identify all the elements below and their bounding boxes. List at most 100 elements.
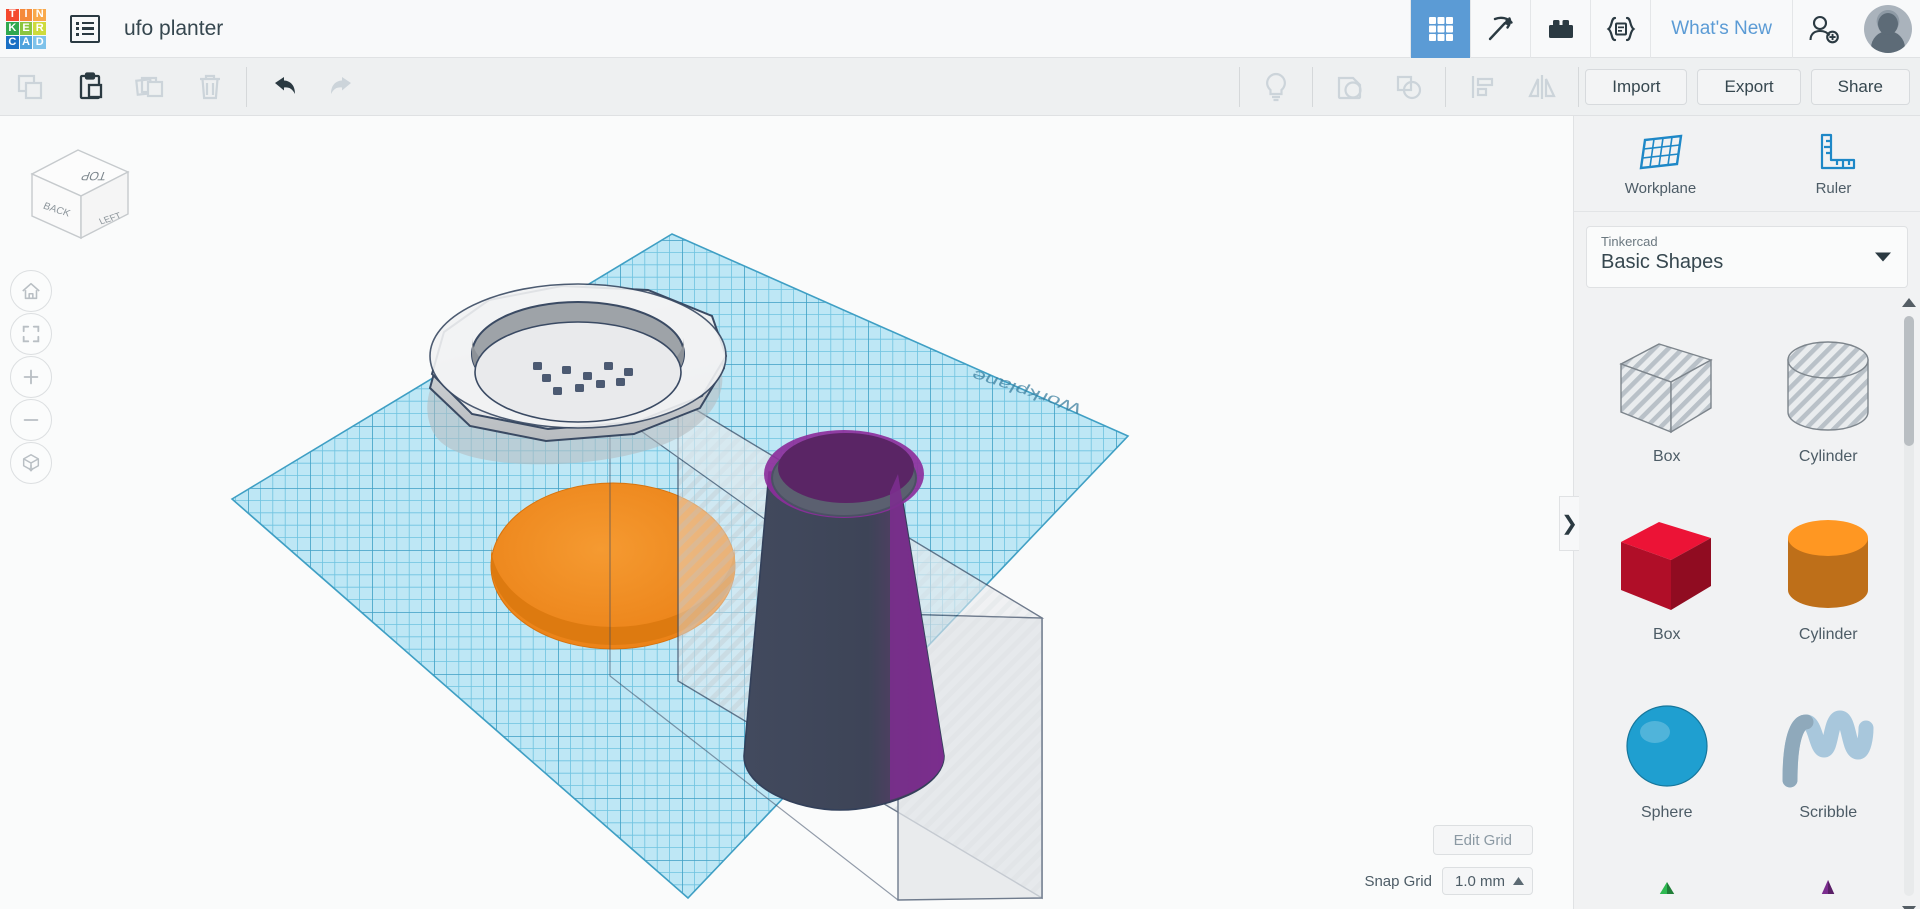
add-user-icon[interactable] (1792, 0, 1854, 58)
pickaxe-icon[interactable] (1470, 0, 1530, 58)
top-bar-actions: What's New (1410, 0, 1920, 58)
toolbar-divider (1445, 66, 1447, 107)
cone-solid-thumbnail (1822, 880, 1835, 894)
toolbar-divider (1312, 66, 1314, 107)
ungroup-button[interactable] (1379, 58, 1439, 116)
paste-button[interactable] (60, 58, 120, 116)
top-bar: TIN KER CAD ufo planter What's New (0, 0, 1920, 58)
3d-viewport[interactable]: Workplane TOP BACK LEFT Edit Grid Snap G… (0, 116, 1573, 909)
delete-button[interactable] (180, 58, 240, 116)
import-button[interactable]: Import (1585, 68, 1688, 105)
snap-grid-label: Snap Grid (1364, 872, 1432, 890)
box-solid-thumbnail (1620, 522, 1711, 610)
tinkercad-app: TIN KER CAD ufo planter What's New Import … (0, 0, 1920, 909)
snap-grid-select[interactable]: 1.0 mm (1441, 867, 1533, 895)
library-source-label: Tinkercad (1601, 234, 1658, 249)
redo-button[interactable] (313, 58, 373, 116)
shape-item-cylinder-solid[interactable]: Cylinder (1748, 492, 1910, 670)
view-cube[interactable]: TOP BACK LEFT (18, 138, 138, 248)
logo-tile-e: E (19, 22, 33, 35)
sphere-solid-thumbnail (1626, 705, 1708, 787)
duplicate-button[interactable] (120, 58, 180, 116)
caret-up-icon (1513, 877, 1524, 885)
shape-item-sphere-solid[interactable]: Sphere (1586, 670, 1748, 848)
ruler-icon (1820, 133, 1855, 170)
fit-to-view-button[interactable] (10, 313, 52, 355)
logo-tile-a: A (19, 35, 33, 49)
toolbar-divider (1578, 66, 1580, 107)
hamburger-list-icon[interactable] (70, 14, 100, 43)
shapes-panel: Workplane Ruler Tinkercad Basic Shapes B… (1573, 116, 1920, 909)
shape-thumb (1611, 866, 1723, 894)
panel-toggle-button[interactable]: ❯ (1559, 496, 1579, 551)
logo-tile-r: R (33, 22, 46, 35)
shape-item-pyramid-solid[interactable] (1586, 848, 1748, 894)
library-name-label: Basic Shapes (1601, 251, 1724, 273)
shape-thumb (1772, 332, 1884, 442)
chevron-down-icon (1875, 252, 1891, 262)
shape-label: Box (1652, 448, 1681, 465)
zoom-in-button[interactable] (10, 356, 52, 398)
workplane-icon (1639, 134, 1682, 170)
toolbar-divider (246, 66, 247, 107)
toolbar-divider (1239, 66, 1241, 107)
whats-new-link[interactable]: What's New (1650, 0, 1792, 58)
panel-scrollbar-thumb[interactable] (1904, 316, 1914, 446)
snap-grid-control: Snap Grid 1.0 mm (1364, 867, 1533, 895)
perspective-toggle-button[interactable] (10, 442, 52, 484)
copy-button[interactable] (0, 58, 60, 116)
logo-tile-c: C (6, 35, 19, 49)
mirror-button[interactable] (1512, 58, 1572, 116)
shape-label: Sphere (1640, 804, 1693, 821)
workplane-tool[interactable]: Workplane (1574, 116, 1747, 211)
logo-tile-i: I (19, 8, 33, 22)
avatar[interactable] (1864, 4, 1912, 53)
panel-tools-row: Workplane Ruler (1574, 116, 1920, 212)
shape-item-cylinder-hole[interactable]: Cylinder (1748, 314, 1910, 492)
shape-item-box-hole[interactable]: Box (1586, 314, 1748, 492)
align-button[interactable] (1452, 58, 1512, 116)
lego-brick-icon[interactable] (1530, 0, 1590, 58)
logo-tile-t: T (6, 8, 19, 22)
tinkercad-logo[interactable]: TIN KER CAD (6, 8, 46, 49)
edit-grid-button[interactable]: Edit Grid (1432, 825, 1533, 855)
tapered-cone-vessel[interactable] (743, 430, 945, 811)
shape-item-cone-solid[interactable] (1748, 848, 1910, 894)
shape-gallery[interactable]: Box Cylinder Box Cylinder Sphere Scribble (1586, 314, 1909, 894)
box-hole-thumbnail (1619, 343, 1713, 434)
export-button[interactable]: Export (1697, 68, 1801, 105)
shape-thumb (1611, 332, 1723, 442)
logo-tile-n: N (33, 8, 46, 22)
group-button[interactable] (1319, 58, 1379, 116)
shape-item-box-solid[interactable]: Box (1586, 492, 1748, 670)
zoom-out-button[interactable] (10, 399, 52, 441)
ruler-tool[interactable]: Ruler (1747, 116, 1920, 211)
scribble-thumbnail (1782, 710, 1874, 788)
shape-thumb (1611, 510, 1723, 620)
ruler-tool-label: Ruler (1815, 180, 1852, 197)
shape-label: Scribble (1799, 804, 1858, 821)
workplane-tool-label: Workplane (1624, 180, 1697, 197)
scroll-up-arrow[interactable] (1902, 298, 1916, 307)
panel-scrollbar[interactable] (1904, 316, 1914, 896)
logo-tile-k: K (6, 22, 19, 35)
home-view-button[interactable] (10, 270, 52, 312)
toolbar: Import Export Share (0, 58, 1920, 116)
snap-grid-value: 1.0 mm (1454, 872, 1505, 890)
document-title[interactable]: ufo planter (124, 17, 223, 41)
shape-item-scribble[interactable]: Scribble (1748, 670, 1910, 848)
shape-thumb (1772, 688, 1884, 798)
codeblocks-icon[interactable] (1590, 0, 1650, 58)
shape-label: Cylinder (1798, 626, 1858, 643)
cylinder-hole-thumbnail (1787, 341, 1869, 431)
hint-button[interactable] (1246, 58, 1306, 116)
shape-library-select[interactable]: Tinkercad Basic Shapes (1586, 226, 1908, 288)
shape-label: Cylinder (1798, 448, 1858, 465)
3d-scene[interactable]: Workplane (0, 116, 1573, 909)
pyramid-solid-thumbnail (1659, 882, 1674, 894)
undo-button[interactable] (253, 58, 313, 116)
logo-tile-d: D (33, 35, 46, 49)
gallery-grid-icon[interactable] (1410, 0, 1471, 58)
share-button[interactable]: Share (1810, 68, 1910, 105)
cylinder-solid-thumbnail (1788, 520, 1869, 608)
